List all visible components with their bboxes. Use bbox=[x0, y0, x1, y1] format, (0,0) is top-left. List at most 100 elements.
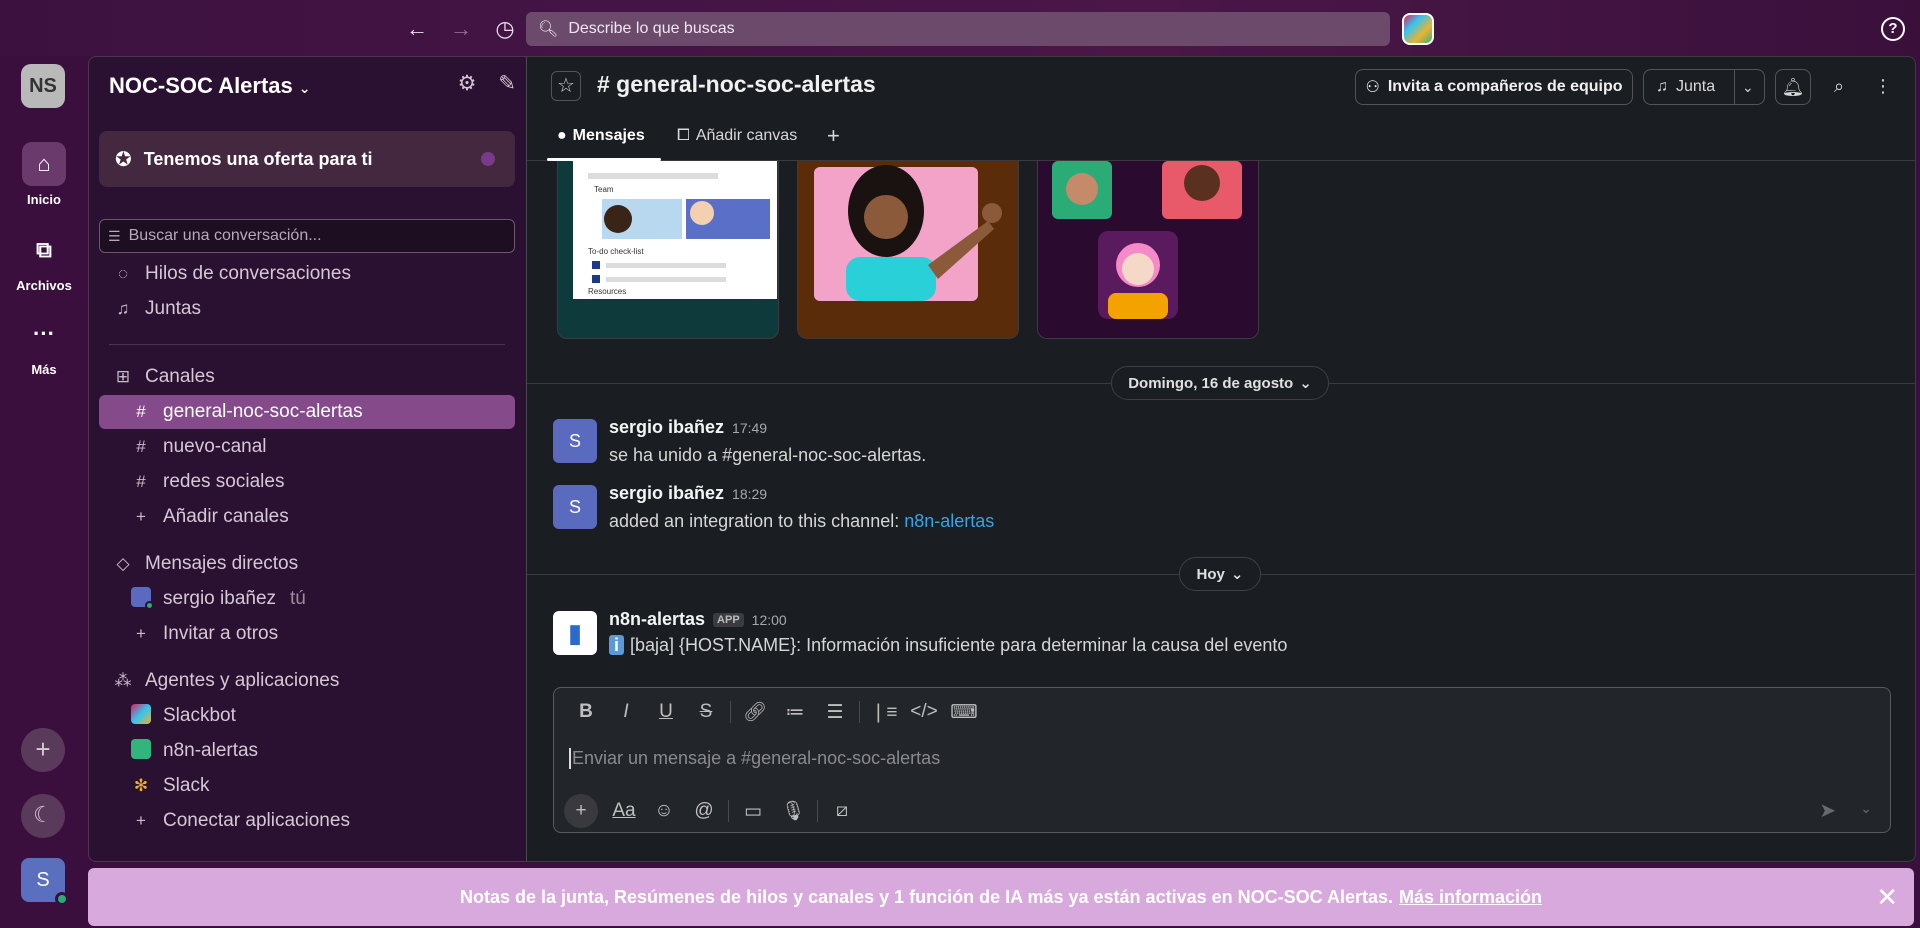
sidebar-item-slackbot[interactable]: Slackbot bbox=[99, 699, 515, 733]
underline-icon[interactable]: U bbox=[646, 701, 686, 723]
send-options-chevron-icon[interactable]: ⌄ bbox=[1860, 800, 1872, 817]
history-clock-icon[interactable]: ◷ bbox=[492, 16, 518, 42]
n8n-app-avatar[interactable]: ▮ bbox=[553, 611, 597, 655]
text-format-icon[interactable]: Aa bbox=[604, 800, 644, 822]
history-nav: ← → ◷ bbox=[404, 16, 518, 42]
conversation-search-input[interactable]: ☰ Buscar una conversación... bbox=[99, 219, 515, 253]
bulleted-list-icon[interactable]: ☰ bbox=[815, 701, 855, 724]
integration-link[interactable]: n8n-alertas bbox=[904, 511, 994, 531]
send-icon[interactable]: ➤ bbox=[1819, 798, 1836, 823]
user-avatar-initial: S bbox=[36, 869, 50, 891]
channels-icon: ⊞ bbox=[115, 367, 131, 386]
date-separator-button[interactable]: Domingo, 16 de agosto ⌄ bbox=[1111, 366, 1329, 400]
message-author[interactable]: n8n-alertas APP 12:00 bbox=[609, 609, 787, 630]
message-input[interactable]: Enviar un mensaje a #general-noc-soc-ale… bbox=[569, 748, 940, 769]
files-icon: ⧉ bbox=[36, 237, 52, 262]
rail-home[interactable]: ⌂ Inicio bbox=[0, 142, 88, 207]
add-workspace-icon[interactable]: + bbox=[21, 728, 65, 772]
promo-offer[interactable]: ✪ Tenemos una oferta para ti bbox=[99, 131, 515, 187]
message-timestamp[interactable]: 17:49 bbox=[732, 420, 767, 436]
star-icon[interactable]: ☆ bbox=[551, 71, 581, 101]
sidebar-item-dm-sergio[interactable]: sergio ibañez tú bbox=[99, 582, 515, 616]
search-icon[interactable]: ⌕ bbox=[1821, 69, 1857, 105]
tab-messages[interactable]: ● Mensajes bbox=[557, 127, 645, 145]
italic-icon[interactable]: I bbox=[606, 701, 646, 723]
sidebar-item-nuevo-canal[interactable]: # nuevo-canal bbox=[99, 430, 515, 464]
onboarding-card-wave[interactable] bbox=[797, 161, 1019, 339]
emoji-icon[interactable]: ☺ bbox=[644, 800, 684, 822]
workspace-switcher[interactable]: NS bbox=[21, 64, 65, 108]
connect-apps-button[interactable]: + Conectar aplicaciones bbox=[99, 804, 515, 838]
user-avatar[interactable]: S bbox=[21, 858, 69, 906]
kebab-menu-icon[interactable]: ⋮ bbox=[1865, 69, 1901, 105]
blockquote-icon[interactable]: ❘≡ bbox=[864, 701, 904, 724]
message-bubble-icon: ● bbox=[557, 127, 567, 144]
people-illustration bbox=[1052, 161, 1242, 319]
add-tab-icon[interactable]: + bbox=[827, 123, 840, 149]
sidebar-item-n8n-alertas[interactable]: n8n-alertas bbox=[99, 734, 515, 768]
global-search-placeholder: Describe lo que buscas bbox=[568, 20, 735, 37]
settings-gear-icon[interactable]: ⚙ bbox=[458, 71, 477, 96]
waving-person-illustration bbox=[814, 165, 1002, 301]
chevron-down-icon[interactable]: ⌄ bbox=[1742, 79, 1754, 96]
tab-add-canvas[interactable]: ⧠ Añadir canvas bbox=[677, 127, 797, 145]
workspace-name-menu[interactable]: NOC-SOC Alertas ⌄ bbox=[109, 73, 311, 99]
microphone-icon[interactable]: 🎙︎ bbox=[773, 799, 813, 823]
help-icon[interactable]: ? bbox=[1881, 17, 1905, 41]
invite-others-button[interactable]: + Invitar a otros bbox=[99, 617, 515, 651]
apps-section-header[interactable]: ⁂ Agentes y aplicaciones bbox=[99, 664, 515, 698]
sidebar-item-slack[interactable]: ✻ Slack bbox=[99, 769, 515, 803]
threads-icon: ◌ bbox=[117, 264, 129, 283]
back-arrow-icon[interactable]: ← bbox=[404, 16, 430, 42]
slackbot-icon bbox=[129, 703, 153, 729]
promo-text: Tenemos una oferta para ti bbox=[143, 148, 373, 169]
mention-icon[interactable]: @ bbox=[684, 800, 724, 822]
dark-mode-icon[interactable]: ☾ bbox=[21, 794, 65, 838]
message-avatar[interactable]: S bbox=[553, 485, 597, 529]
message-author[interactable]: sergio ibañez 18:29 bbox=[609, 483, 767, 504]
rail-home-label: Inicio bbox=[27, 192, 61, 207]
forward-arrow-icon[interactable]: → bbox=[448, 16, 474, 42]
message-timestamp[interactable]: 12:00 bbox=[752, 612, 787, 628]
onboarding-card-checklist[interactable]: Team To-do check-list Resources bbox=[557, 161, 779, 339]
bold-icon[interactable]: B bbox=[566, 701, 606, 723]
rail-more[interactable]: ··· Más bbox=[0, 312, 88, 377]
video-icon[interactable]: ▭ bbox=[733, 800, 773, 823]
channel-title[interactable]: # general-noc-soc-alertas bbox=[597, 71, 876, 98]
sidebar-item-general-noc-soc-alertas[interactable]: # general-noc-soc-alertas bbox=[99, 395, 515, 429]
rail-files[interactable]: ⧉ Archivos bbox=[0, 228, 88, 293]
attach-plus-icon[interactable]: + bbox=[564, 794, 598, 828]
home-icon: ⌂ bbox=[22, 142, 66, 186]
channel-label: general-noc-soc-alertas bbox=[163, 401, 363, 422]
onboarding-card-people[interactable] bbox=[1037, 161, 1259, 339]
sidebar-item-threads[interactable]: ◌ Hilos de conversaciones bbox=[99, 257, 515, 291]
invite-teammates-button[interactable]: ⚇ Invita a compañeros de equipo bbox=[1355, 69, 1633, 105]
message-timestamp[interactable]: 18:29 bbox=[732, 486, 767, 502]
dms-section-header[interactable]: ◇ Mensajes directos bbox=[99, 547, 515, 581]
code-block-icon[interactable]: ⌨ bbox=[944, 701, 984, 724]
channels-section-header[interactable]: ⊞ Canales bbox=[99, 360, 515, 394]
add-channels-button[interactable]: + Añadir canales bbox=[99, 500, 515, 534]
banner-more-info-link[interactable]: Más información bbox=[1399, 887, 1542, 908]
ordered-list-icon[interactable]: ≔ bbox=[775, 701, 815, 724]
close-icon[interactable]: ✕ bbox=[1876, 882, 1898, 913]
message-author[interactable]: sergio ibañez 17:49 bbox=[609, 417, 767, 438]
sidebar-item-huddles[interactable]: ♫ Juntas bbox=[99, 292, 515, 326]
strikethrough-icon[interactable]: S bbox=[686, 701, 726, 723]
notifications-bell-icon[interactable]: 🔔︎ bbox=[1775, 69, 1811, 105]
slash-command-icon[interactable]: ⧄ bbox=[822, 800, 862, 822]
link-icon[interactable]: 🔗︎ bbox=[735, 700, 775, 724]
huddle-button[interactable]: ♫ Junta ⌄ bbox=[1643, 69, 1765, 105]
formatting-toolbar: B I U S 🔗︎ ≔ ☰ ❘≡ </> ⌨ bbox=[566, 700, 984, 724]
huddle-separator bbox=[1734, 70, 1735, 104]
ai-assistant-icon[interactable] bbox=[1402, 13, 1434, 45]
code-icon[interactable]: </> bbox=[904, 701, 944, 723]
rail-more-label: Más bbox=[31, 362, 57, 377]
dm-user-label: sergio ibañez bbox=[163, 588, 277, 609]
sidebar-item-redes-sociales[interactable]: # redes sociales bbox=[99, 465, 515, 499]
workspace-name: NOC-SOC Alertas bbox=[109, 73, 293, 98]
compose-icon[interactable]: ✎ bbox=[498, 71, 516, 96]
message-avatar[interactable]: S bbox=[553, 419, 597, 463]
date-separator-button[interactable]: Hoy ⌄ bbox=[1179, 557, 1261, 591]
global-search-bar[interactable]: 🔍︎ Describe lo que buscas bbox=[526, 12, 1390, 46]
